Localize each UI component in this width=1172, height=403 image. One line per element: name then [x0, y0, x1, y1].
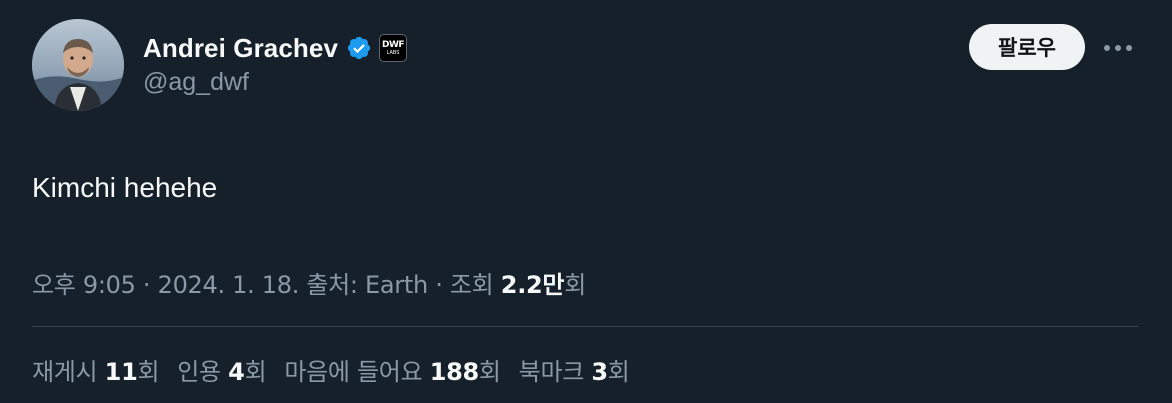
meta-separator: · — [427, 271, 450, 299]
likes-count: 188 — [429, 358, 480, 386]
tweet-date[interactable]: 2024. 1. 18. — [158, 271, 300, 299]
more-options-button[interactable] — [1100, 36, 1136, 60]
user-name-row: Andrei Grachev DWF LABS — [143, 30, 408, 66]
views-suffix: 회 — [564, 271, 586, 299]
quotes-stat[interactable]: 인용 4회 — [177, 352, 266, 387]
tweet-metadata: 오후 9:05 · 2024. 1. 18. 출처: Earth · 조회 2.… — [32, 265, 586, 300]
avatar[interactable] — [32, 19, 124, 111]
affiliate-badge-subtext: LABS — [386, 49, 400, 56]
reposts-label: 재게시 — [32, 358, 105, 386]
affiliate-badge-text: DWF — [382, 39, 405, 50]
engagement-stats: 재게시 11회 인용 4회 마음에 들어요 188회 북마크 3회 — [32, 352, 630, 387]
avatar-image — [32, 19, 124, 111]
bookmarks-label: 북마크 — [518, 358, 592, 386]
views-count: 2.2만 — [500, 271, 565, 299]
meta-separator: · — [135, 271, 158, 299]
divider — [32, 326, 1138, 327]
tweet-source: 출처: Earth — [299, 271, 428, 299]
tweet-detail: Andrei Grachev DWF LABS @ag_dwf 팔로우 Kimc… — [0, 0, 1172, 403]
views-label: 조회 — [449, 271, 501, 299]
reposts-stat[interactable]: 재게시 11회 — [32, 352, 160, 387]
quotes-count: 4 — [228, 358, 245, 386]
bookmarks-count: 3 — [591, 358, 608, 386]
likes-label: 마음에 들어요 — [284, 358, 430, 386]
reposts-count: 11 — [104, 358, 138, 386]
quotes-label: 인용 — [177, 358, 229, 386]
tweet-time[interactable]: 오후 9:05 — [32, 271, 136, 299]
follow-button[interactable]: 팔로우 — [969, 24, 1085, 70]
bookmarks-stat[interactable]: 북마크 3회 — [519, 352, 630, 387]
user-handle[interactable]: @ag_dwf — [143, 68, 249, 97]
display-name[interactable]: Andrei Grachev — [143, 33, 338, 64]
more-horizontal-icon — [1104, 45, 1132, 51]
tweet-text: Kimchi hehehe — [32, 172, 218, 203]
likes-stat[interactable]: 마음에 들어요 188회 — [284, 352, 501, 387]
bookmarks-suffix: 회 — [607, 358, 630, 386]
dwf-labs-affiliate-icon[interactable]: DWF LABS — [379, 34, 408, 62]
quotes-suffix: 회 — [244, 358, 267, 386]
reposts-suffix: 회 — [137, 358, 160, 386]
likes-suffix: 회 — [478, 358, 501, 386]
verified-badge-icon[interactable] — [346, 35, 372, 61]
